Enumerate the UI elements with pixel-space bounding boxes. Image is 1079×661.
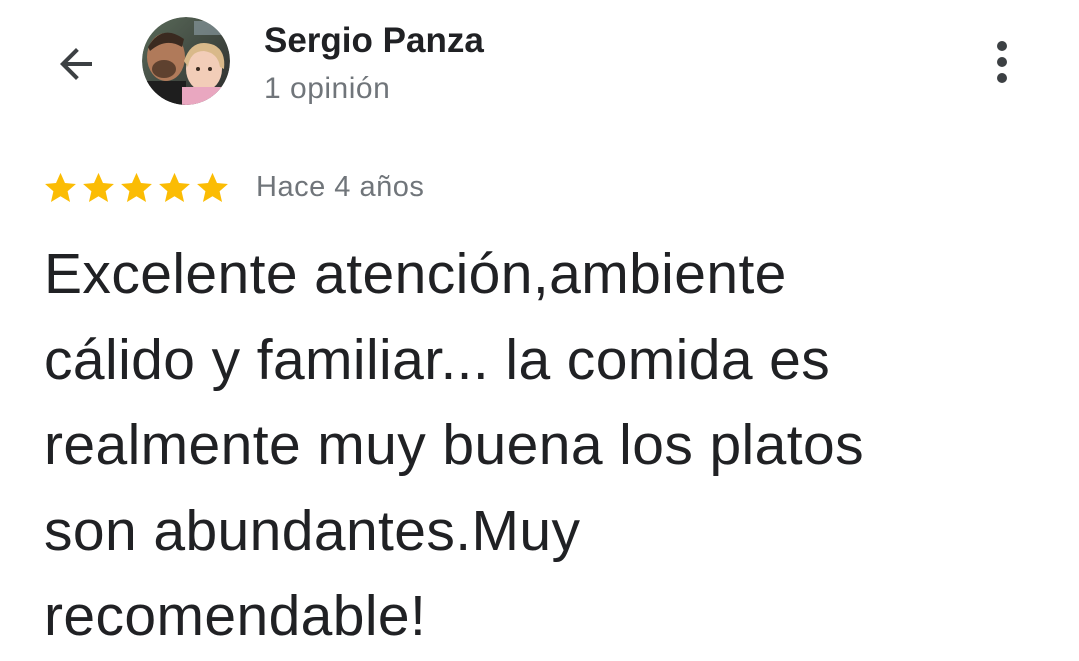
user-info: Sergio Panza 1 opinión (264, 20, 484, 109)
review-header: Sergio Panza 1 opinión (0, 0, 1079, 130)
review-text-line: realmente muy buena los platos (44, 413, 864, 477)
star-icon (159, 172, 190, 202)
review-text-line: cálido y familiar... la comida es (44, 327, 831, 392)
more-vert-icon (997, 41, 1007, 83)
rating-row: Hace 4 años (42, 167, 424, 207)
star-icon (83, 172, 114, 202)
review-count[interactable]: 1 opinión (264, 69, 484, 109)
user-avatar-photo (142, 17, 230, 105)
user-name[interactable]: Sergio Panza (264, 20, 484, 62)
review-text-line: recomendable! (44, 584, 427, 648)
review-date: Hace 4 años (256, 170, 425, 203)
review-text-line: Excelente atención,ambiente (44, 242, 787, 306)
review-text: Excelente atención,ambiente cálido y fami… (44, 232, 1054, 660)
avatar[interactable] (142, 17, 230, 105)
star-icon (45, 172, 76, 202)
more-options-button[interactable] (978, 34, 1026, 90)
review-text-line: son abundantes.Muy (44, 498, 581, 563)
star-icon (197, 172, 228, 202)
star-rating (42, 169, 232, 206)
back-button[interactable] (44, 32, 108, 96)
star-icon (121, 172, 152, 202)
arrow-left-icon (60, 48, 92, 80)
